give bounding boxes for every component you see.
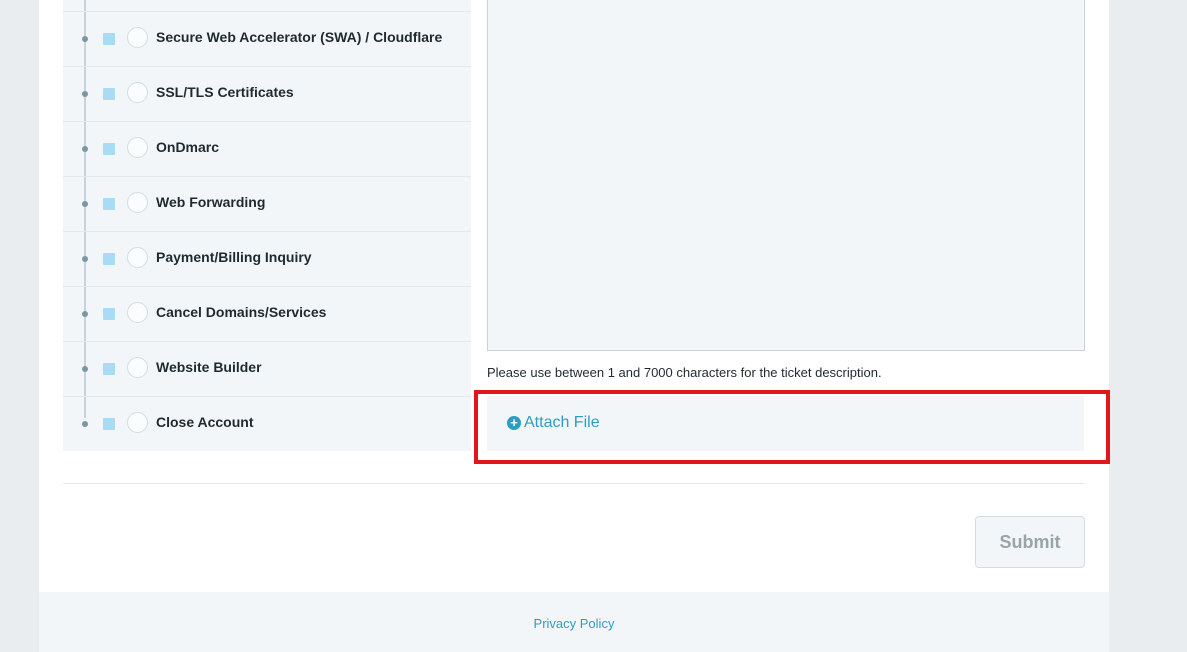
category-radio[interactable] [127, 137, 148, 158]
category-item-cancel[interactable]: Cancel Domains/Services [63, 286, 471, 341]
category-item-ondmarc[interactable]: OnDmarc [63, 121, 471, 176]
category-item-close-account[interactable]: Close Account [63, 396, 471, 451]
category-label: Payment/Billing Inquiry [156, 249, 312, 265]
category-radio[interactable] [127, 247, 148, 268]
description-hint: Please use between 1 and 7000 characters… [487, 365, 882, 380]
timeline-dot [82, 421, 88, 427]
category-square-icon [103, 253, 115, 265]
category-radio[interactable] [127, 302, 148, 323]
category-square-icon [103, 143, 115, 155]
timeline-dot [82, 91, 88, 97]
footer: Privacy Policy [39, 592, 1109, 652]
category-label: Cancel Domains/Services [156, 304, 327, 320]
submit-button[interactable]: Submit [975, 516, 1085, 568]
ticket-description-textarea[interactable] [487, 0, 1085, 351]
timeline-dot [82, 201, 88, 207]
timeline-dot [82, 146, 88, 152]
category-square-icon [103, 363, 115, 375]
attach-file-area: + Attach File [487, 396, 1084, 451]
attach-file-label: Attach File [524, 414, 600, 431]
timeline-dot [82, 366, 88, 372]
category-square-icon [103, 418, 115, 430]
category-item-web-forwarding[interactable]: Web Forwarding [63, 176, 471, 231]
category-label: Web Forwarding [156, 194, 266, 210]
category-label: OnDmarc [156, 139, 220, 155]
timeline-dot [82, 311, 88, 317]
category-label: Website Builder [156, 359, 262, 375]
timeline-dot [82, 256, 88, 262]
plus-circle-icon: + [507, 416, 521, 430]
ticket-form-page: Secure Web Accelerator (SWA) / Cloudflar… [39, 0, 1110, 652]
category-square-icon [103, 88, 115, 100]
privacy-policy-link[interactable]: Privacy Policy [39, 616, 1109, 631]
category-radio[interactable] [127, 27, 148, 48]
attach-file-button[interactable]: + Attach File [507, 414, 600, 432]
category-item-billing[interactable]: Payment/Billing Inquiry [63, 231, 471, 286]
category-item-website-builder[interactable]: Website Builder [63, 341, 471, 396]
category-label: Secure Web Accelerator (SWA) / Cloudflar… [156, 29, 443, 45]
category-label: SSL/TLS Certificates [156, 84, 294, 100]
divider [63, 483, 1085, 484]
category-radio[interactable] [127, 82, 148, 103]
category-radio[interactable] [127, 357, 148, 378]
category-label: Close Account [156, 414, 254, 430]
category-list: Secure Web Accelerator (SWA) / Cloudflar… [63, 0, 471, 451]
category-item-ssl[interactable]: SSL/TLS Certificates [63, 66, 471, 121]
category-square-icon [103, 33, 115, 45]
category-square-icon [103, 308, 115, 320]
category-radio[interactable] [127, 192, 148, 213]
category-radio[interactable] [127, 412, 148, 433]
category-square-icon [103, 198, 115, 210]
timeline-dot [82, 36, 88, 42]
category-item-swa[interactable]: Secure Web Accelerator (SWA) / Cloudflar… [63, 11, 471, 66]
